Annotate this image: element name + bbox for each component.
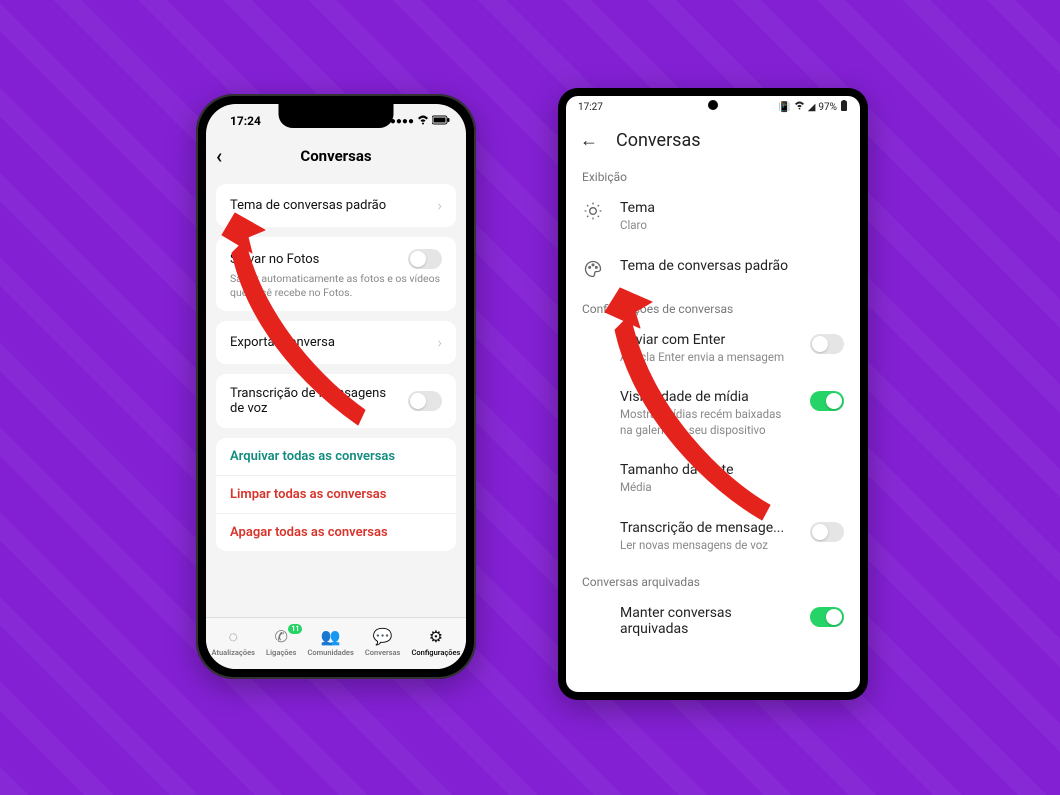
row-export[interactable]: Exportar conversa › — [216, 321, 456, 364]
toggle-transcription[interactable] — [408, 391, 442, 411]
signal-icon: ●●●● — [390, 116, 414, 127]
page-title: Conversas — [616, 130, 701, 151]
chevron-right-icon: › — [437, 333, 442, 352]
tab-calls[interactable]: ✆ 11 Ligações — [266, 627, 296, 657]
section-display: Exibição — [566, 162, 860, 190]
wifi-icon — [417, 115, 429, 128]
row-default-theme[interactable]: Tema de conversas padrão — [566, 248, 860, 294]
row-transcription[interactable]: Transcrição de mensagens de voz — [216, 374, 456, 428]
battery-icon — [432, 115, 450, 128]
card-save-photos: Salvar no Fotos Salvar automaticamente a… — [216, 237, 456, 311]
notch — [279, 104, 394, 128]
row-label: Tema de conversas padrão — [230, 198, 437, 213]
camera-hole — [708, 100, 718, 110]
palette-icon — [582, 258, 604, 280]
calls-badge: 11 — [288, 624, 302, 634]
tab-communities[interactable]: 👥 Comunidades — [307, 627, 353, 657]
row-subtitle: Mostrar mídias recém baixadas na galeria… — [620, 407, 794, 438]
action-archive-all[interactable]: Arquivar todas as conversas — [216, 438, 456, 475]
section-archived: Conversas arquivadas — [566, 567, 860, 595]
row-title: Enviar com Enter — [620, 332, 794, 348]
tab-label: Configurações — [411, 648, 460, 657]
row-title: Manter conversas arquivadas — [620, 605, 794, 637]
device-android: 17:27 📳 ◢ 97% ← Conversas Exibição — [558, 88, 868, 700]
row-keep-archived[interactable]: Manter conversas arquivadas — [566, 595, 860, 651]
back-button[interactable]: ← — [580, 130, 598, 151]
row-theme[interactable]: Tema Claro — [566, 190, 860, 248]
row-title: Tamanho da fonte — [620, 462, 844, 478]
section-chat: Configurações de conversas — [566, 294, 860, 322]
tab-chats[interactable]: 💬 Conversas — [365, 627, 401, 657]
row-default-theme[interactable]: Tema de conversas padrão › — [216, 184, 456, 227]
row-title: Tema de conversas padrão — [620, 258, 844, 274]
row-subtitle: Claro — [620, 218, 844, 234]
row-title: Visibilidade de mídia — [620, 389, 794, 405]
toggle-enter-send[interactable] — [810, 334, 844, 354]
chats-icon: 💬 — [373, 627, 393, 647]
battery-label: 97% — [818, 102, 837, 113]
row-label: Exportar conversa — [230, 335, 437, 350]
tab-label: Conversas — [365, 648, 401, 657]
toggle-media-visibility[interactable] — [810, 391, 844, 411]
row-save-photos[interactable]: Salvar no Fotos Salvar automaticamente a… — [216, 237, 456, 311]
row-title: Transcrição de mensage... — [620, 520, 794, 536]
row-description: Salvar automaticamente as fotos e os víd… — [230, 272, 442, 299]
device-iphone: 17:24 ●●●● ‹ Conversas Tema de conversas… — [196, 94, 476, 679]
toggle-transcription[interactable] — [810, 522, 844, 542]
row-label: Salvar no Fotos — [230, 252, 408, 267]
row-subtitle: Média — [620, 480, 844, 496]
card-export: Exportar conversa › — [216, 321, 456, 364]
row-label: Transcrição de mensagens de voz — [230, 386, 400, 416]
row-font-size[interactable]: Tamanho da fonte Média — [566, 452, 860, 510]
page-title: Conversas — [300, 147, 371, 165]
updates-icon: ◌ — [223, 627, 243, 647]
ios-tabbar: ◌ Atualizações ✆ 11 Ligações 👥 Comunidad… — [206, 617, 466, 669]
android-header: ← Conversas — [566, 118, 860, 162]
card-actions: Arquivar todas as conversas Limpar todas… — [216, 438, 456, 551]
android-statusbar: 17:27 📳 ◢ 97% — [566, 96, 860, 118]
ios-header: ‹ Conversas — [206, 138, 466, 174]
ios-clock: 17:24 — [230, 114, 261, 128]
android-clock: 17:27 — [578, 102, 603, 113]
row-title: Tema — [620, 200, 844, 216]
row-enter-send[interactable]: Enviar com Enter A tecla Enter envia a m… — [566, 322, 860, 380]
communities-icon: 👥 — [321, 627, 341, 647]
chevron-right-icon: › — [437, 196, 442, 215]
ios-status-icons: ●●●● — [390, 115, 450, 128]
row-media-visibility[interactable]: Visibilidade de mídia Mostrar mídias rec… — [566, 379, 860, 452]
row-transcription[interactable]: Transcrição de mensage... Ler novas mens… — [566, 510, 860, 568]
background-pattern — [0, 0, 1060, 795]
toggle-save-photos[interactable] — [408, 249, 442, 269]
tab-label: Ligações — [266, 648, 296, 657]
ios-content: Tema de conversas padrão › Salvar no Fot… — [206, 174, 466, 551]
toggle-keep-archived[interactable] — [810, 607, 844, 627]
gear-icon: ⚙ — [426, 627, 446, 647]
tab-label: Comunidades — [307, 648, 353, 657]
row-subtitle: Ler novas mensagens de voz — [620, 538, 794, 554]
signal-icon: ◢ — [808, 102, 816, 113]
tab-label: Atualizações — [212, 648, 255, 657]
card-transcription: Transcrição de mensagens de voz — [216, 374, 456, 428]
back-button[interactable]: ‹ — [216, 144, 222, 168]
row-subtitle: A tecla Enter envia a mensagem — [620, 350, 794, 366]
action-clear-all[interactable]: Limpar todas as conversas — [216, 475, 456, 513]
tab-settings[interactable]: ⚙ Configurações — [411, 627, 460, 657]
card-theme: Tema de conversas padrão › — [216, 184, 456, 227]
action-delete-all[interactable]: Apagar todas as conversas — [216, 513, 456, 551]
tab-updates[interactable]: ◌ Atualizações — [212, 627, 255, 657]
wifi-icon — [794, 101, 805, 113]
brightness-icon — [582, 200, 604, 222]
vibrate-icon: 📳 — [778, 102, 790, 113]
battery-icon — [840, 100, 848, 115]
